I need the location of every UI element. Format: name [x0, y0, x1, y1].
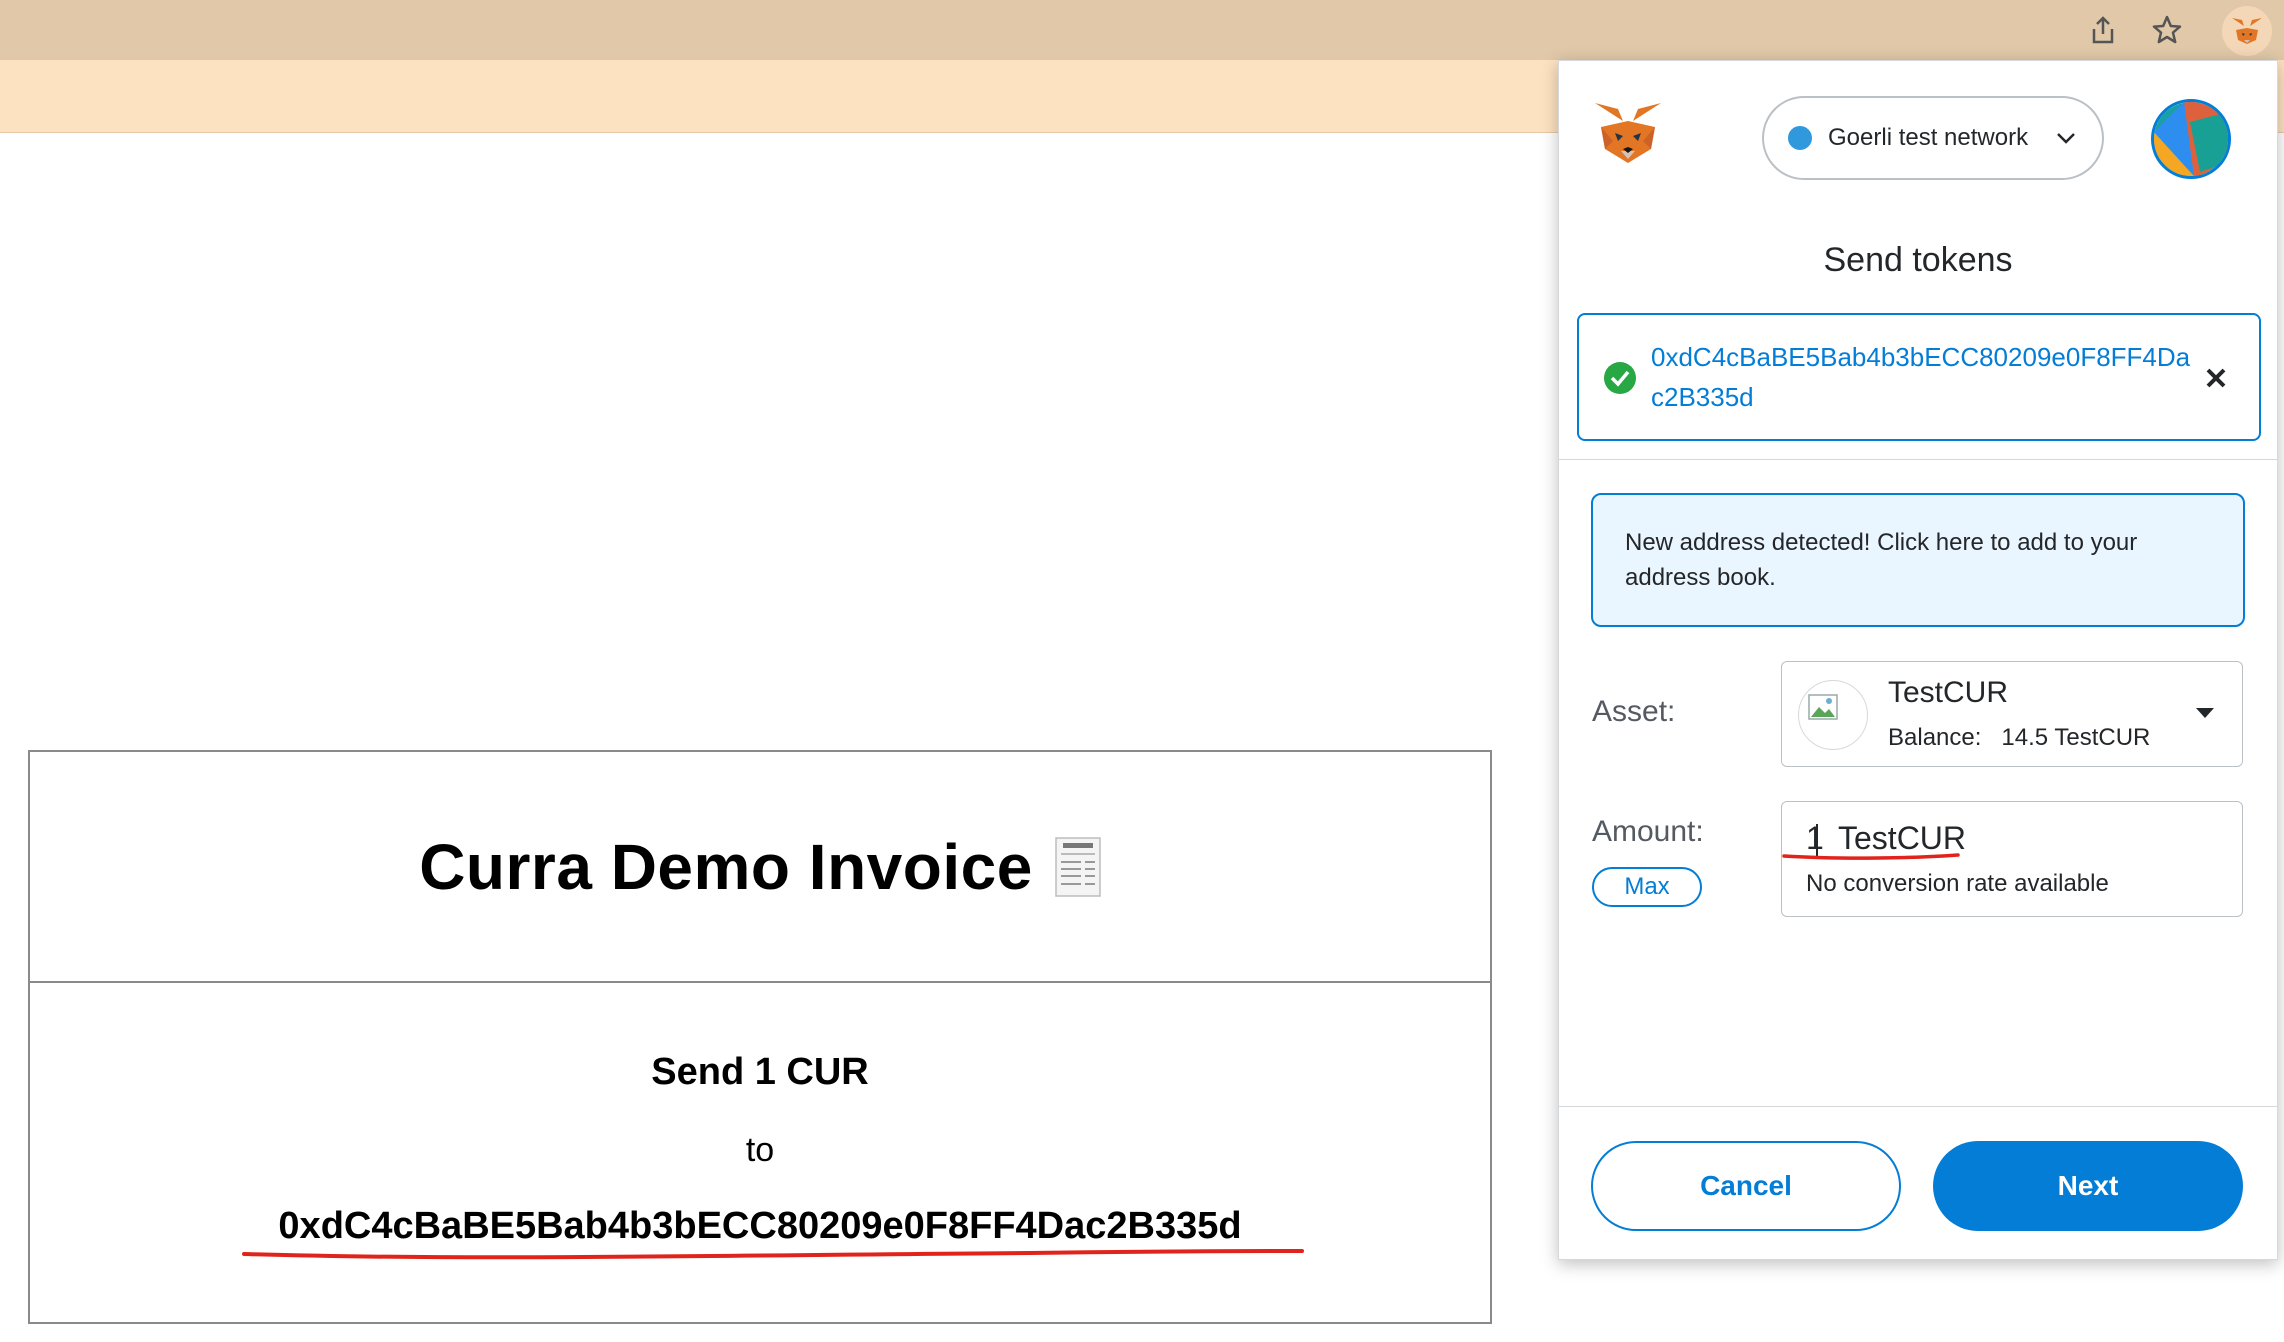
recipient-address-text: 0xdC4cBaBE5Bab4b3bECC80209e0F8FF4Dac2B33… [278, 1205, 1242, 1247]
send-tokens-header: Send tokens [1823, 241, 2013, 279]
max-button[interactable]: Max [1592, 867, 1702, 907]
asset-label: Asset: [1592, 695, 1676, 728]
browser-toolbar [0, 0, 2284, 60]
token-image-icon [1798, 680, 1868, 750]
divider [1559, 459, 2277, 460]
invoice-title-card: Curra Demo Invoice [28, 750, 1492, 983]
network-selector[interactable]: Goerli test network [1762, 96, 2104, 180]
metamask-extension-icon[interactable] [2222, 6, 2272, 56]
page-title: Curra Demo Invoice [419, 830, 1033, 903]
send-amount-text: Send 1 CUR [651, 1051, 869, 1093]
amount-input[interactable]: 1 TestCUR No conversion rate available [1781, 801, 2243, 917]
conversion-text: No conversion rate available [1806, 870, 2109, 897]
network-name: Goerli test network [1828, 124, 2029, 151]
star-icon[interactable] [2147, 10, 2187, 50]
invoice-details-card: Send 1 CUR to 0xdC4cBaBE5Bab4b3bECC80209… [28, 983, 1492, 1324]
next-button[interactable]: Next [1933, 1141, 2243, 1231]
check-circle-icon [1603, 361, 1637, 395]
metamask-fox-logo [1593, 101, 1663, 171]
balance-label: Balance: [1888, 724, 1982, 751]
to-text: to [745, 1131, 775, 1169]
new-address-notice[interactable]: New address detected! Click here to add … [1591, 493, 2245, 627]
balance-value: 14.5 TestCUR [2001, 724, 2151, 751]
amount-label: Amount: [1592, 815, 1704, 848]
caret-down-icon [2194, 706, 2216, 720]
account-avatar[interactable] [2151, 99, 2231, 179]
receipt-icon [1055, 836, 1101, 897]
cancel-button[interactable]: Cancel [1591, 1141, 1901, 1231]
asset-selector[interactable]: TestCUR Balance: 14.5 TestCUR [1781, 661, 2243, 767]
chevron-down-icon [2052, 124, 2080, 152]
amount-underline [1782, 853, 1960, 860]
footer-divider [1559, 1106, 2277, 1107]
metamask-popup: Goerli test network Send tokens 0xdC4cBa… [1558, 60, 2278, 1260]
asset-balance: Balance: 14.5 TestCUR [1888, 724, 2150, 752]
share-icon[interactable] [2083, 10, 2123, 50]
asset-name: TestCUR [1888, 676, 2009, 709]
recipient-address: 0xdC4cBaBE5Bab4b3bECC80209e0F8FF4Dac2B33… [1651, 342, 2191, 412]
recipient-field[interactable]: 0xdC4cBaBE5Bab4b3bECC80209e0F8FF4Dac2B33… [1577, 313, 2261, 441]
network-status-dot [1788, 126, 1812, 150]
close-icon[interactable] [2199, 361, 2233, 395]
